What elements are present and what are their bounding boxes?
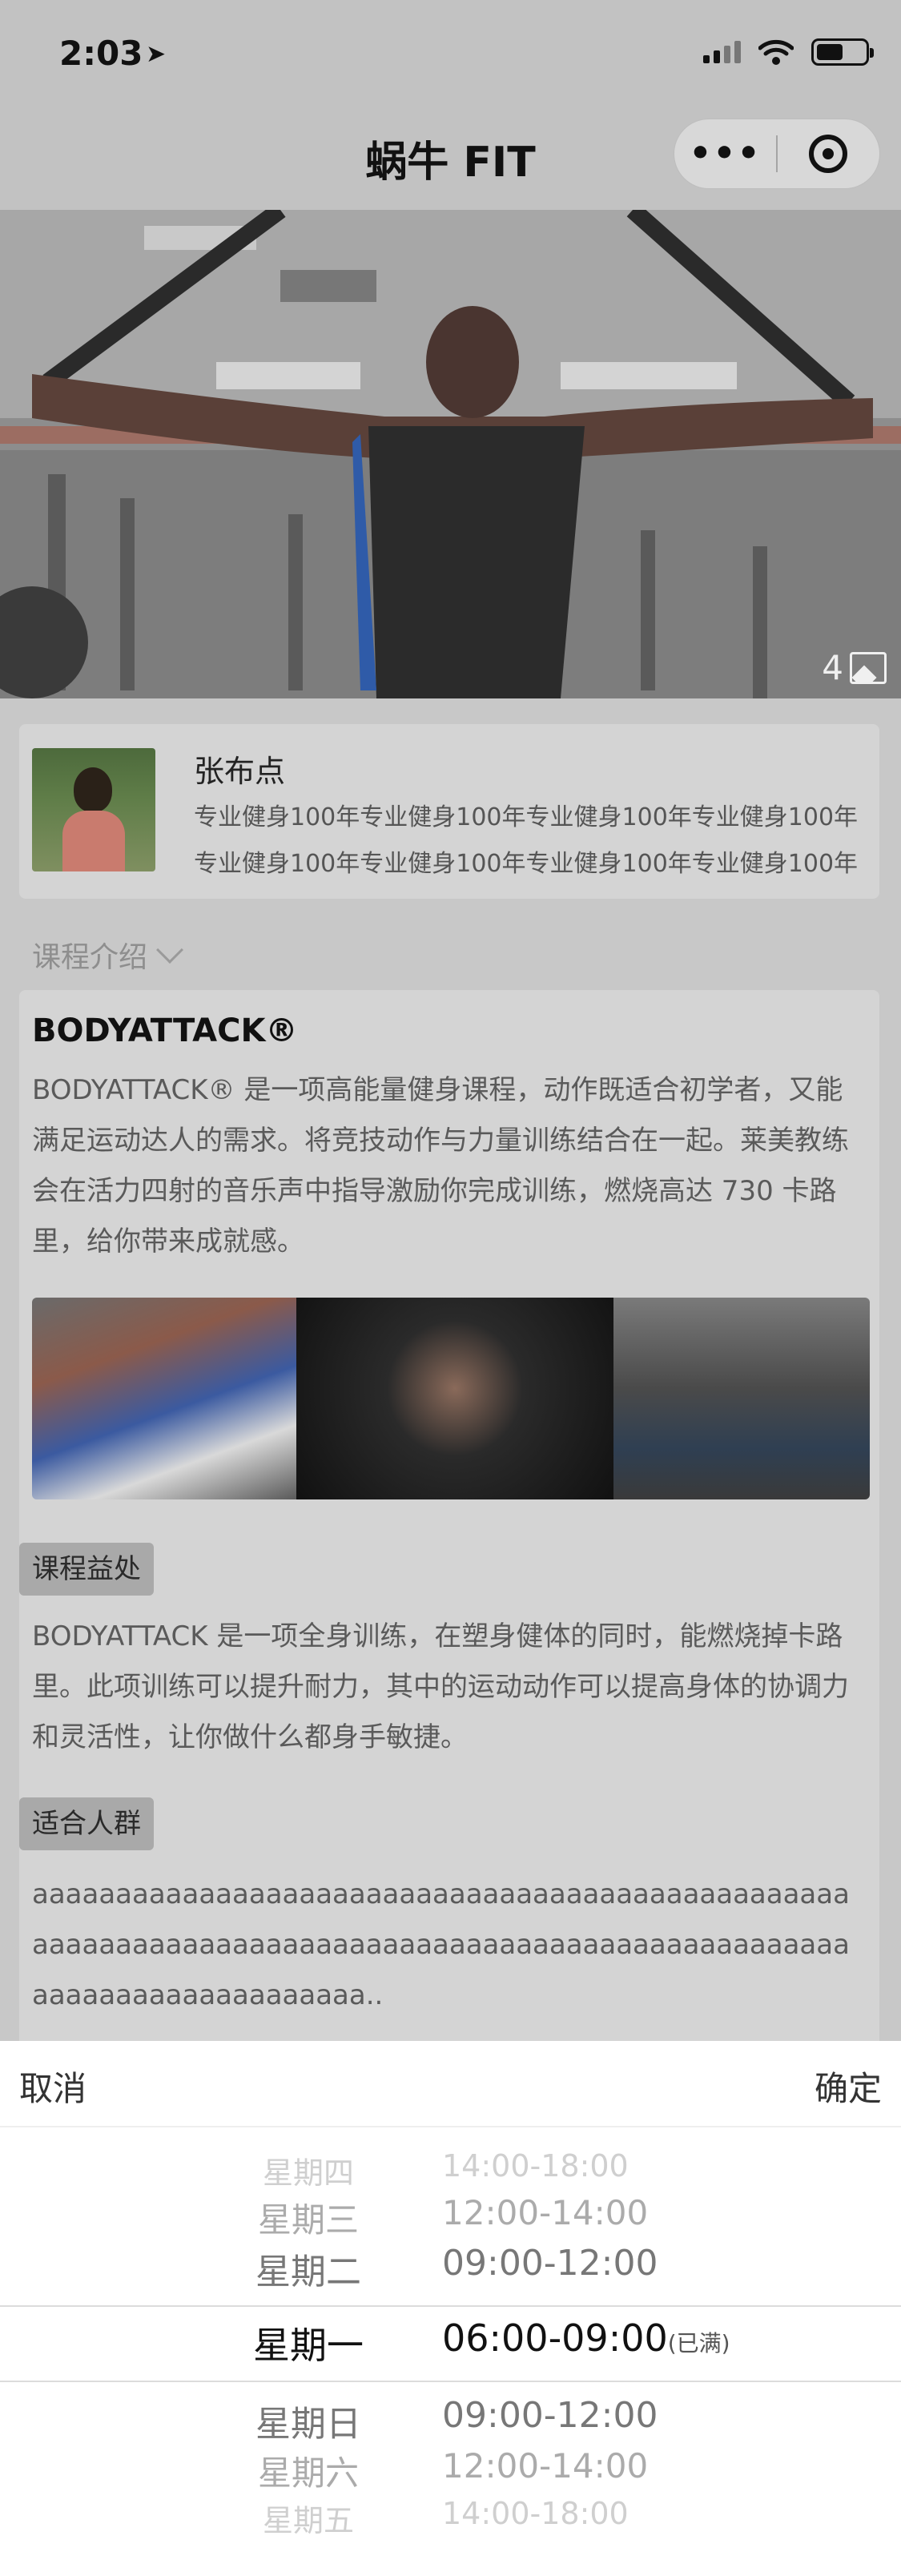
gym-photo	[0, 210, 901, 698]
benefit-tag: 课程益处	[19, 1543, 154, 1596]
course-photo-collage	[32, 1298, 870, 1499]
picker-row[interactable]: 星期二 09:00-12:00	[0, 2243, 901, 2294]
photo-count: 4	[822, 648, 887, 687]
chevron-down-icon	[156, 936, 183, 964]
hero-image[interactable]: 4	[0, 210, 901, 698]
picker-time: 14:00-18:00	[442, 2496, 629, 2531]
picker-row-selected[interactable]: 星期一 06:00-09:00(已满)	[0, 2316, 901, 2373]
cancel-button[interactable]: 取消	[19, 2062, 86, 2111]
location-arrow-icon: ➤	[146, 40, 167, 68]
picker-day: 星期一	[253, 2324, 364, 2367]
more-menu-button[interactable]: •••	[674, 136, 776, 171]
image-gallery-icon	[850, 651, 887, 684]
picker-day: 星期五	[262, 2503, 354, 2538]
picker-time: 09:00-12:00	[442, 2243, 658, 2284]
status-icons	[703, 38, 874, 66]
coach-name: 张布点	[194, 754, 286, 789]
mini-program-capsule: •••	[674, 119, 880, 189]
picker-row[interactable]: 星期六 12:00-14:00	[0, 2446, 901, 2498]
course-intro-text: BODYATTACK® 是一项高能量健身课程，动作既适合初学者，又能满足运动达人…	[32, 1074, 849, 1258]
picker-selection-top-line	[0, 2305, 901, 2307]
collage-photo-training	[296, 1298, 613, 1499]
nav-bar: 蜗牛 FIT •••	[0, 104, 901, 210]
picker-row[interactable]: 星期三 12:00-14:00	[0, 2193, 901, 2244]
course-intro-toggle[interactable]: 课程介绍	[32, 934, 183, 976]
status-time: 2:03	[59, 34, 143, 73]
picker-day: 星期二	[255, 2252, 361, 2292]
coach-card[interactable]: 张布点 专业健身100年专业健身100年专业健身100年专业健身100年专业健身…	[19, 724, 879, 899]
picker-day: 星期四	[262, 2155, 354, 2191]
picker-time: 12:00-14:00	[442, 2446, 649, 2485]
section-label: 课程介绍	[32, 941, 148, 974]
picker-time: 06:00-09:00(已满)	[442, 2316, 730, 2360]
picker-day: 星期日	[255, 2404, 361, 2445]
benefit-text: BODYATTACK 是一项全身训练，在塑身健体的同时，能燃烧掉卡路里。此项训练…	[32, 1620, 849, 1753]
course-name: BODYATTACK®	[32, 1012, 298, 1049]
coach-avatar	[32, 748, 155, 871]
picker-row[interactable]: 星期日 09:00-12:00	[0, 2395, 901, 2446]
close-mini-program-button[interactable]	[778, 135, 879, 173]
audience-text: aaaaaaaaaaaaaaaaaaaaaaaaaaaaaaaaaaaaaaaa…	[32, 1878, 850, 2011]
coach-description: 专业健身100年专业健身100年专业健身100年专业健身100年专业健身100年…	[194, 803, 859, 878]
battery-icon	[811, 38, 874, 66]
picker-toolbar: 取消 确定	[0, 2041, 901, 2127]
wifi-icon	[758, 39, 794, 65]
picker-row[interactable]: 星期五 14:00-18:00	[0, 2496, 901, 2547]
picker-time-value: 06:00-09:00	[442, 2316, 668, 2360]
cellular-signal-icon	[703, 41, 741, 63]
collage-photo-gym-floor	[613, 1298, 870, 1499]
confirm-button[interactable]: 确定	[815, 2062, 882, 2111]
status-bar: 2:03 ➤	[0, 0, 901, 104]
picker-time: 14:00-18:00	[442, 2148, 629, 2184]
picker-day: 星期六	[257, 2453, 359, 2493]
schedule-picker: 取消 确定 星期四 14:00-18:00 星期三 12:00-14:00 星期…	[0, 2041, 901, 2576]
full-status-note: (已满)	[667, 2330, 730, 2357]
picker-row[interactable]: 星期四 14:00-18:00	[0, 2148, 901, 2200]
picker-day: 星期三	[257, 2200, 359, 2240]
picker-selection-bottom-line	[0, 2381, 901, 2382]
collage-photo-group-class	[32, 1298, 296, 1499]
photo-count-number: 4	[822, 648, 843, 687]
picker-time: 09:00-12:00	[442, 2395, 658, 2436]
target-icon	[809, 135, 848, 173]
course-card: BODYATTACK® BODYATTACK® 是一项高能量健身课程，动作既适合…	[19, 990, 879, 2047]
picker-time: 12:00-14:00	[442, 2193, 649, 2232]
audience-tag: 适合人群	[19, 1797, 154, 1850]
